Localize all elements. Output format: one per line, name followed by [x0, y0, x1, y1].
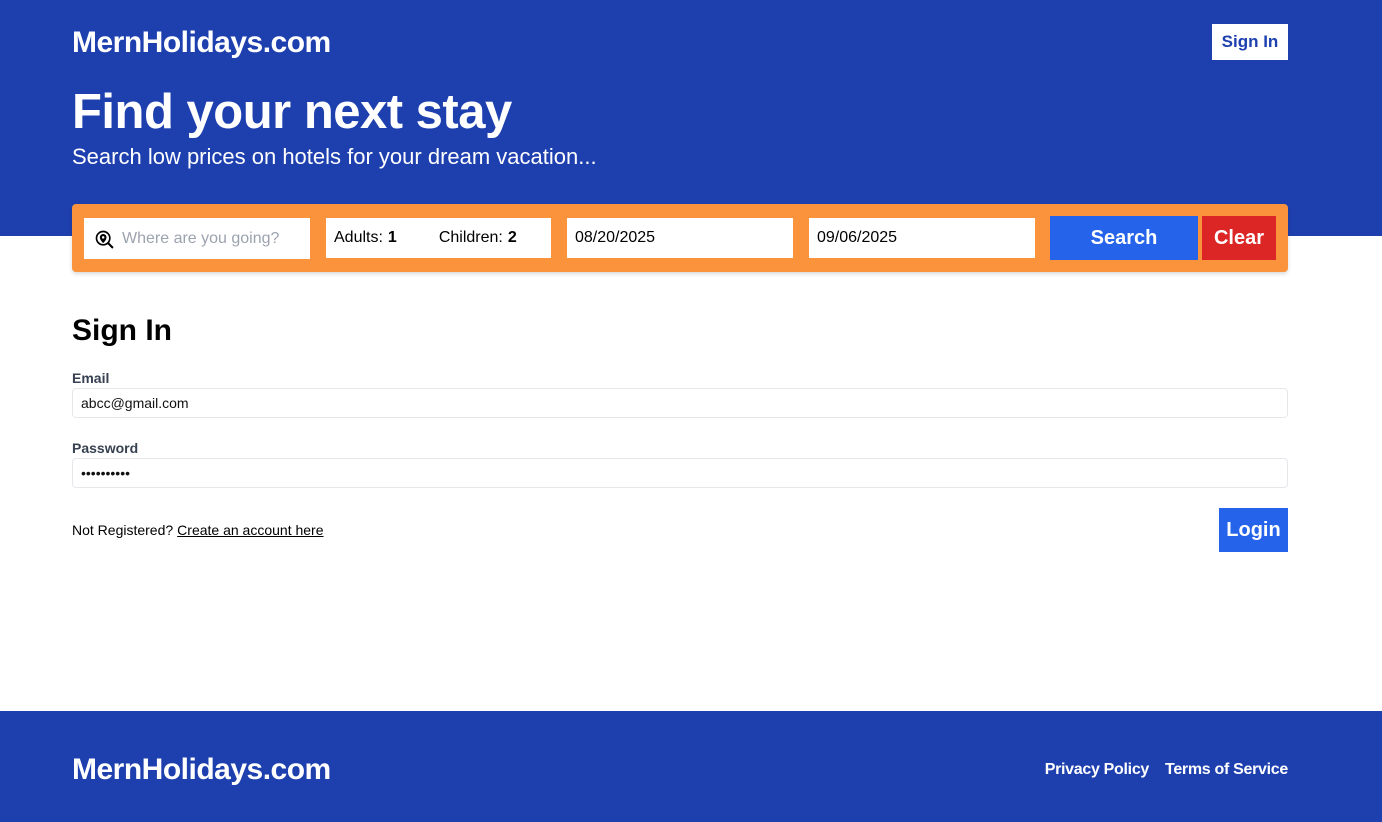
destination-input[interactable] — [122, 229, 302, 248]
register-prompt: Not Registered? Create an account here — [72, 522, 324, 538]
footer-logo[interactable]: MernHolidays.com — [72, 753, 331, 787]
sign-in-title: Sign In — [72, 314, 172, 347]
destination-field[interactable] — [84, 218, 310, 259]
children-value[interactable]: 2 — [508, 229, 517, 247]
map-pin-search-icon — [95, 230, 114, 248]
search-bar: Adults: 1 Children: 2 08/20/2025 09/06/2… — [72, 204, 1288, 272]
clear-button[interactable]: Clear — [1202, 216, 1276, 260]
password-label: Password — [72, 440, 139, 456]
hero-subtitle: Search low prices on hotels for your dre… — [72, 144, 597, 169]
header-sign-in-button[interactable]: Sign In — [1212, 24, 1288, 60]
hero-title: Find your next stay — [72, 85, 512, 139]
site-logo[interactable]: MernHolidays.com — [72, 26, 331, 60]
adults-value[interactable]: 1 — [388, 229, 397, 247]
adults-group[interactable]: Adults: 1 — [334, 229, 397, 247]
privacy-policy-link[interactable]: Privacy Policy — [1045, 761, 1150, 779]
create-account-link[interactable]: Create an account here — [177, 522, 323, 538]
children-label: Children: — [438, 229, 503, 246]
guest-count-field: Adults: 1 Children: 2 — [326, 218, 551, 258]
footer-links: Privacy Policy Terms of Service — [1045, 761, 1289, 779]
children-group[interactable]: Children: 2 — [439, 229, 517, 247]
login-button[interactable]: Login — [1219, 508, 1288, 552]
adults-label: Adults: — [334, 229, 383, 246]
email-field[interactable] — [72, 388, 1288, 418]
site-header: MernHolidays.com Sign In Find your next … — [0, 0, 1382, 236]
check-in-date-input[interactable]: 08/20/2025 — [567, 218, 793, 258]
check-out-date-input[interactable]: 09/06/2025 — [809, 218, 1035, 258]
site-footer: MernHolidays.com Privacy Policy Terms of… — [0, 711, 1382, 822]
not-registered-text: Not Registered? — [72, 522, 174, 538]
search-button[interactable]: Search — [1050, 216, 1198, 260]
password-field[interactable] — [72, 458, 1288, 488]
terms-of-service-link[interactable]: Terms of Service — [1165, 761, 1288, 779]
email-label: Email — [72, 370, 110, 386]
